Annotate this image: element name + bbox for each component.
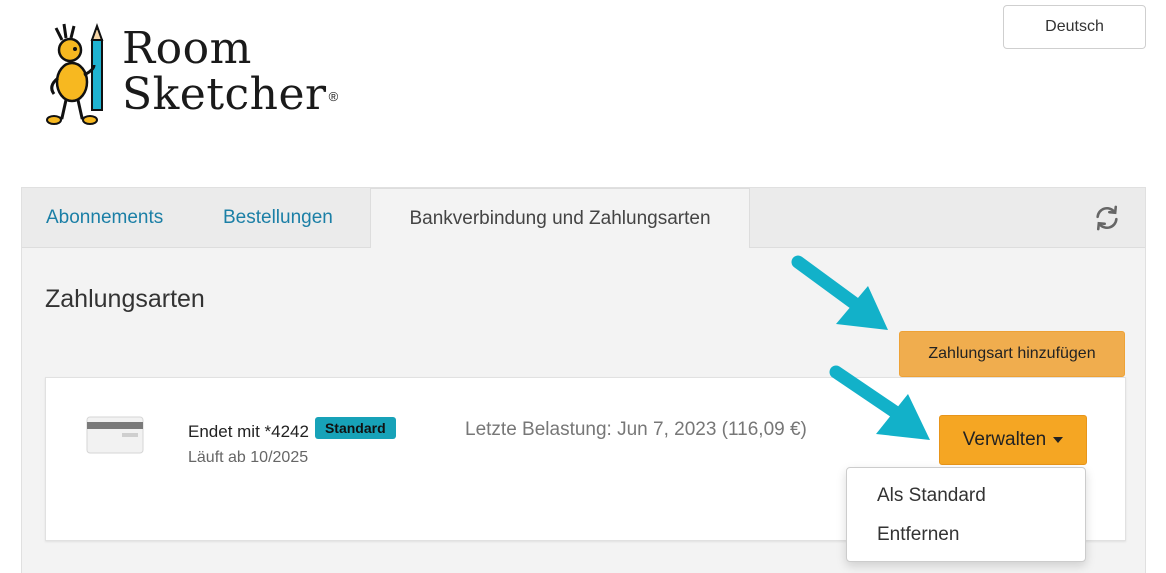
annotation-arrow-icon: [829, 365, 930, 440]
manage-button-label: Verwalten: [962, 429, 1047, 450]
tab-bar: Abonnements Bestellungen Bankverbindung …: [22, 188, 1145, 249]
registered-mark: ®: [328, 89, 339, 104]
menu-item-set-default[interactable]: Als Standard: [877, 485, 986, 507]
caret-down-icon: [1053, 437, 1064, 443]
tab-abonnements[interactable]: Abonnements: [46, 188, 163, 248]
manage-button[interactable]: Verwalten: [939, 415, 1087, 465]
section-title: Zahlungsarten: [45, 285, 205, 313]
language-button[interactable]: Deutsch: [1003, 5, 1146, 49]
credit-card-icon: [86, 416, 144, 454]
default-badge: Standard: [314, 417, 396, 439]
logo-text: Room Sketcher ®: [122, 26, 339, 118]
page: Room Sketcher ® Deutsch Abonnements Beste…: [0, 0, 1166, 573]
tab-bankverbindung[interactable]: Bankverbindung und Zahlungsarten: [370, 188, 750, 249]
card-expiry: Läuft ab 10/2025: [188, 449, 309, 466]
menu-item-remove[interactable]: Entfernen: [877, 524, 959, 546]
logo-line-1: Room: [122, 23, 252, 74]
card-ends-with: Endet mit *4242 Standard: [188, 417, 396, 443]
manage-dropdown-menu: Als Standard Entfernen: [846, 467, 1086, 562]
refresh-icon[interactable]: [1093, 204, 1121, 232]
last-charge: Letzte Belastung: Jun 7, 2023 (116,09 €): [465, 419, 807, 440]
logo-line-2: Sketcher: [122, 69, 327, 120]
card-number-text: Endet mit *4242: [188, 422, 309, 441]
tab-bestellungen[interactable]: Bestellungen: [223, 188, 333, 248]
annotation-arrow-icon: [791, 255, 888, 330]
pencil-mascot-icon: [46, 23, 104, 125]
roomsketcher-logo[interactable]: Room Sketcher ®: [44, 20, 338, 130]
